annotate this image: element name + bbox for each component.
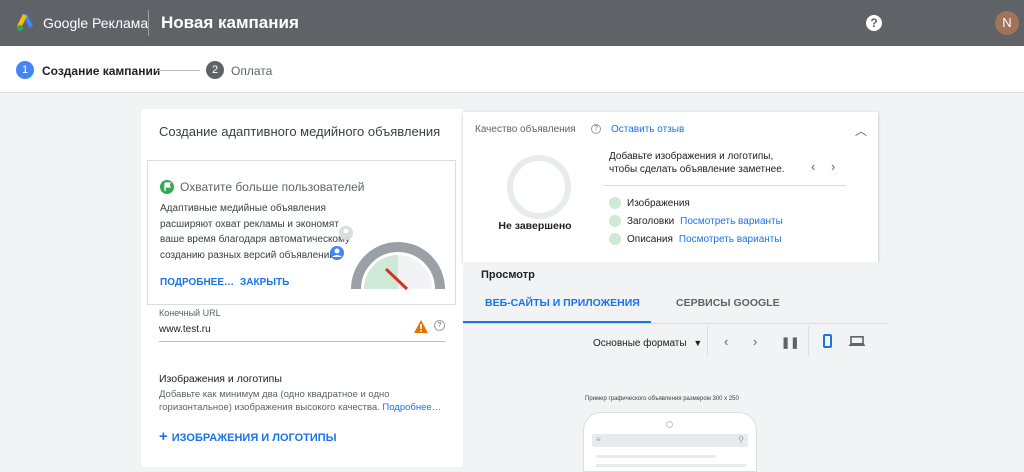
images-section-title: Изображения и логотипы <box>159 373 282 385</box>
phone-mockup: ≡ ⚲ <box>583 412 757 472</box>
laptop-icon[interactable] <box>849 336 865 346</box>
page-title: Новая кампания <box>161 13 299 32</box>
avatar[interactable]: N <box>995 11 1019 35</box>
step-connector <box>156 70 200 71</box>
tab-google-services[interactable]: Сервисы Google <box>676 297 780 309</box>
reach-tip-card: Охватите больше пользователей Адаптивные… <box>147 160 456 305</box>
formats-dropdown[interactable]: Основные форматы ▼ <box>593 338 702 349</box>
google-ads-logo-icon <box>17 14 33 31</box>
feedback-link[interactable]: Оставить отзыв <box>611 124 684 135</box>
quality-item-label: Изображения <box>627 197 690 209</box>
add-images-label: Изображения и логотипы <box>171 432 337 444</box>
url-underline <box>159 341 445 342</box>
reach-gauge-illustration <box>330 226 445 291</box>
view-options-link[interactable]: Посмотреть варианты <box>680 216 783 227</box>
add-images-button[interactable]: + Изображения и логотипы <box>159 428 336 445</box>
quality-item-images: Изображения <box>609 197 690 209</box>
ad-quality-title: Качество объявления <box>475 124 576 135</box>
quality-item-label: Заголовки <box>627 215 675 227</box>
warning-icon[interactable] <box>414 320 428 333</box>
step-1-label[interactable]: Создание кампании <box>42 64 160 78</box>
close-tip-button[interactable]: Закрыть <box>240 277 289 288</box>
images-learn-more-link[interactable]: Подробнее… <box>382 402 441 413</box>
previous-icon[interactable]: ‹ <box>724 334 728 349</box>
menu-icon: ≡ <box>596 435 601 444</box>
phone-search-bar: ≡ ⚲ <box>592 434 748 447</box>
quality-progress-ring <box>507 155 571 219</box>
status-dot-icon <box>609 215 621 227</box>
plus-icon: + <box>159 428 168 445</box>
pause-icon[interactable]: ❚❚ <box>781 336 799 349</box>
chevron-right-icon[interactable]: › <box>831 159 835 174</box>
status-dot-icon <box>609 233 621 245</box>
panel-title: Создание адаптивного медийного объявлени… <box>159 124 441 139</box>
reach-tip-title: Охватите больше пользователей <box>180 180 365 194</box>
status-dot-icon <box>609 197 621 209</box>
stepper: 1 Создание кампании 2 Оплата <box>0 46 1024 93</box>
google-ads-logo[interactable]: Google Реклама <box>16 14 148 31</box>
ad-form-panel: Создание адаптивного медийного объявлени… <box>141 109 463 467</box>
final-url-input[interactable]: www.test.ru <box>159 324 211 335</box>
quality-tip: Добавьте изображения и логотипы, чтобы с… <box>609 151 785 175</box>
step-2-number: 2 <box>206 61 224 79</box>
tabs-divider <box>463 323 889 324</box>
brand-name: Google Реклама <box>43 14 149 31</box>
tab-websites-apps[interactable]: Веб-сайты и приложения <box>485 297 640 309</box>
caret-down-icon: ▼ <box>693 338 703 348</box>
mobile-device-icon[interactable] <box>823 334 832 348</box>
chevron-up-icon[interactable]: ︿ <box>855 122 867 139</box>
quality-item-descriptions: Описания Посмотреть варианты <box>609 233 782 245</box>
placeholder-line <box>596 455 716 458</box>
step-2-label[interactable]: Оплата <box>231 64 272 78</box>
next-icon[interactable]: › <box>753 334 757 349</box>
help-icon[interactable]: ? <box>434 320 445 331</box>
reach-tip-body: Адаптивные медийные объявления расширяют… <box>160 203 350 261</box>
images-section-desc: Добавьте как минимум два (одно квадратно… <box>159 388 459 414</box>
ad-quality-card: Качество объявления ? Оставить отзыв ︿ Н… <box>463 112 878 262</box>
phone-speaker <box>666 421 673 428</box>
final-url-label: Конечный URL <box>159 308 221 318</box>
images-desc-text: Добавьте как минимум два (одно квадратно… <box>159 389 390 413</box>
preview-title: Просмотр <box>481 269 535 281</box>
step-1-number: 1 <box>16 61 34 79</box>
top-app-bar: Google Реклама Новая кампания ? N <box>0 0 1024 46</box>
chevron-left-icon[interactable]: ‹ <box>811 159 815 174</box>
learn-more-button[interactable]: Подробнее… <box>160 277 234 288</box>
quality-status: Не завершено <box>498 220 572 232</box>
toolbar-divider <box>707 326 708 356</box>
formats-dropdown-label: Основные форматы <box>593 338 687 349</box>
toolbar-divider <box>808 326 809 356</box>
help-icon[interactable]: ? <box>866 15 882 31</box>
quality-divider <box>603 185 846 186</box>
quality-item-headlines: Заголовки Посмотреть варианты <box>609 215 783 227</box>
preview-panel: Просмотр Веб-сайты и приложения Сервисы … <box>463 262 889 472</box>
help-icon[interactable]: ? <box>591 124 601 134</box>
sample-ad-caption: Пример графического объявления размером … <box>585 396 739 402</box>
quality-item-label: Описания <box>627 233 673 245</box>
search-icon: ⚲ <box>738 435 744 444</box>
flag-icon <box>160 180 174 194</box>
view-options-link[interactable]: Посмотреть варианты <box>679 234 782 245</box>
header-divider <box>148 10 149 36</box>
